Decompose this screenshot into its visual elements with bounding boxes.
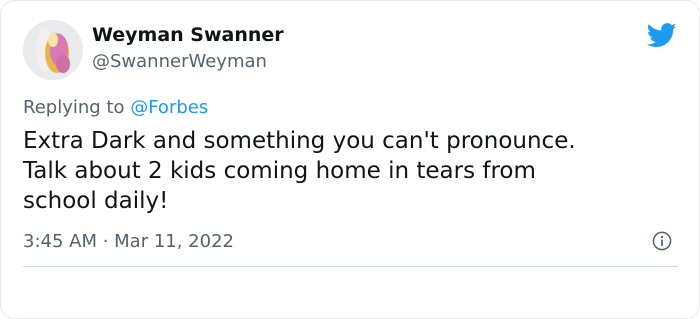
replying-to-link[interactable]: @Forbes: [130, 97, 208, 118]
tweet-timestamp[interactable]: 3:45 AM · Mar 11, 2022: [23, 231, 234, 252]
info-icon[interactable]: [652, 231, 672, 251]
avatar[interactable]: [23, 20, 83, 80]
twitter-bird-icon[interactable]: [647, 23, 677, 48]
replying-to: Replying to @Forbes: [23, 97, 208, 118]
tweet-text-line: school daily!: [23, 188, 169, 214]
tweet-text: Extra Dark and something you can't prono…: [23, 126, 683, 216]
tweet-text-line: Extra Dark and something you can't prono…: [23, 128, 576, 154]
author-name[interactable]: Weyman Swanner: [92, 24, 284, 46]
replying-to-label: Replying to: [23, 97, 125, 118]
author-handle[interactable]: @SwannerWeyman: [92, 51, 267, 72]
tweet-text-line: Talk about 2 kids coming home in tears f…: [23, 158, 536, 184]
divider: [23, 266, 678, 267]
tweet-card: Weyman Swanner @SwannerWeyman Replying t…: [0, 0, 700, 319]
moth-avatar-icon: [23, 20, 83, 80]
